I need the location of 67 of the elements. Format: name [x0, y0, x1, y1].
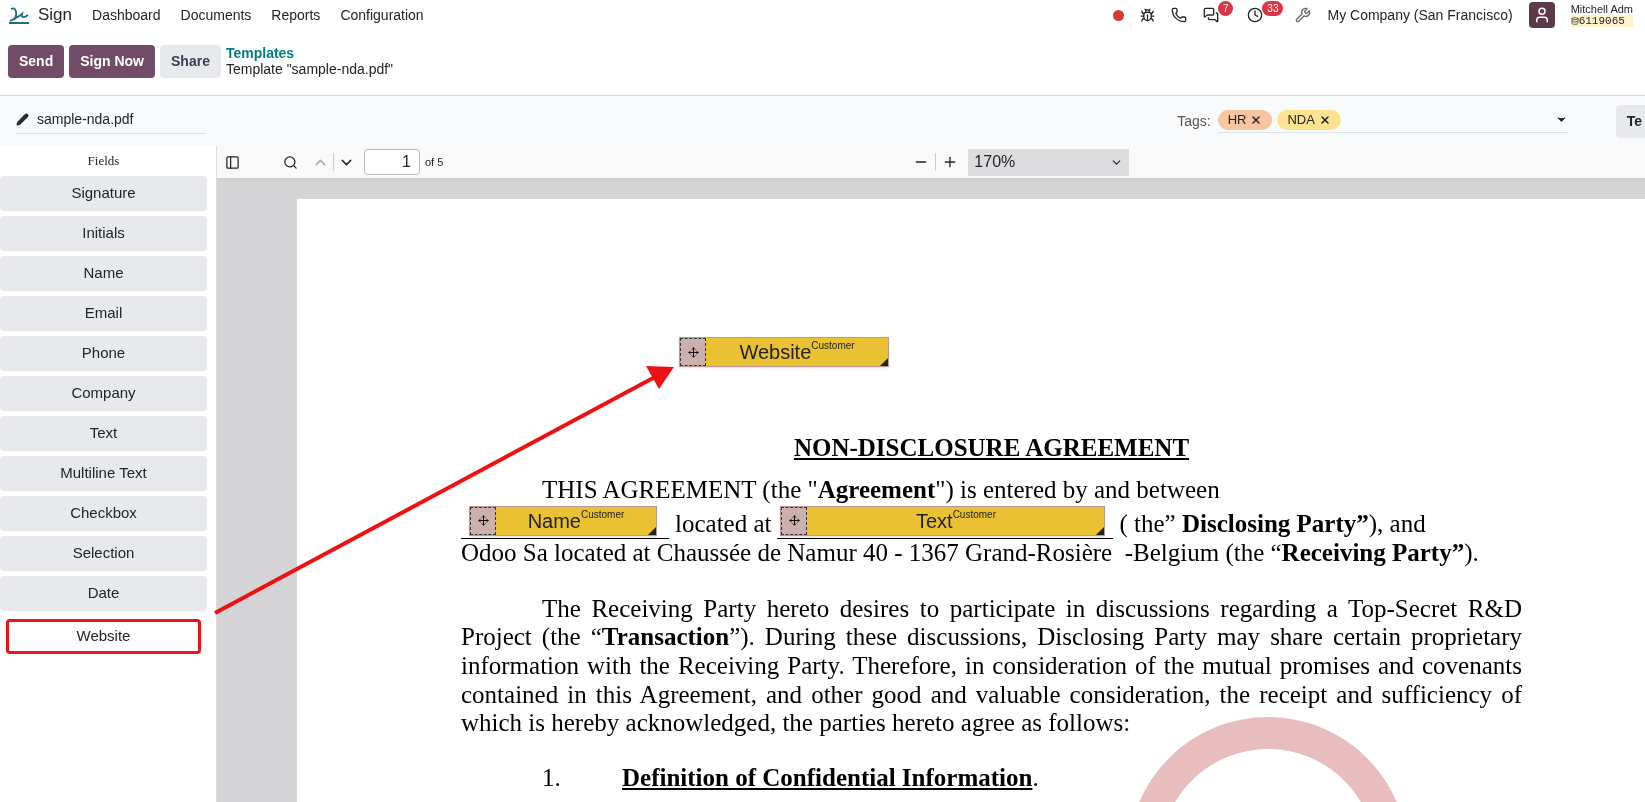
app-name[interactable]: Sign [38, 2, 73, 28]
signature-logo-icon [8, 6, 30, 24]
user-avatar[interactable] [1528, 2, 1555, 28]
move-handle-icon[interactable] [470, 506, 496, 535]
bug-icon[interactable] [1140, 7, 1156, 23]
action-button[interactable]: Sign Now [69, 45, 155, 78]
menu-item[interactable]: Dashboard [92, 4, 161, 26]
database-icon [1570, 17, 1579, 25]
chat-icon[interactable] [1203, 7, 1220, 23]
user-name[interactable]: Mitchell Adm [1570, 3, 1633, 15]
field-type-button[interactable]: Company [0, 375, 207, 411]
tag-chip[interactable]: NDA [1277, 109, 1341, 130]
menu-item[interactable]: Documents [180, 4, 252, 26]
page-count: of 5 [425, 154, 444, 170]
count-badge: 33 [1262, 1, 1284, 16]
field-label: Website [739, 342, 812, 363]
field-type-button[interactable]: Checkbox [0, 495, 207, 531]
remove-icon[interactable] [1318, 113, 1331, 126]
body-text: located at [675, 510, 772, 539]
body-text: THIS AGREEMENT (the "Agreement") is entered by and between [541, 475, 1221, 505]
tools-icon[interactable] [1295, 7, 1312, 23]
move-handle-icon[interactable] [680, 338, 706, 367]
clock-icon[interactable] [1247, 7, 1264, 23]
pencil-icon [16, 112, 29, 126]
sidebar-toggle-icon[interactable] [225, 154, 240, 170]
field-type-button[interactable]: Date [0, 575, 207, 611]
move-handle-icon[interactable] [781, 506, 808, 535]
role-label: Customer [952, 509, 996, 520]
search-icon[interactable] [283, 154, 298, 170]
list-number: 1. [542, 764, 562, 793]
page-number-field[interactable]: 1 [364, 149, 420, 175]
database-code: 6119065 [1578, 15, 1625, 27]
role-label: Customer [581, 509, 625, 520]
company-switcher[interactable]: My Company (San Francisco) [1327, 4, 1513, 26]
role-label: Customer [811, 341, 855, 352]
filename-field[interactable]: sample-nda.pdf [16, 108, 206, 134]
body-text: ( the” Disclosing Party”), and [1119, 510, 1426, 539]
tags-label: Tags: [1177, 111, 1211, 131]
tag-chip[interactable]: HR [1217, 109, 1273, 130]
document-heading: NON-DISCLOSURE AGREEMENT [792, 434, 1191, 463]
toolbar-button[interactable]: Te [1615, 104, 1645, 138]
count-badge: 7 [1217, 1, 1234, 16]
sidebar-title: Fields [86, 152, 121, 170]
action-button[interactable]: Send [8, 45, 65, 78]
breadcrumb-link[interactable]: Templates [225, 45, 394, 61]
field-type-button[interactable]: Selection [0, 535, 207, 571]
field-label: Text [915, 510, 953, 531]
menu-item[interactable]: Reports [271, 4, 321, 26]
tags-field[interactable]: HR NDA [1217, 109, 1568, 133]
field-type-button[interactable]: Website [6, 618, 201, 654]
page-title: Template "sample-nda.pdf" [225, 61, 394, 77]
body-text: Odoo Sa located at Chaussée de Namur 40 - 1367 Grand-Rosière -Belgium (the “Receiving Party”). [461, 538, 1480, 568]
phone-icon[interactable] [1171, 7, 1188, 23]
field-type-button[interactable]: Phone [0, 335, 207, 371]
zoom-select[interactable]: 170% [968, 148, 1130, 176]
field-type-button[interactable]: Email [0, 295, 207, 331]
field-type-button[interactable]: Name [0, 255, 207, 291]
field-type-button[interactable]: Text [0, 415, 207, 451]
field-label: Name [527, 510, 581, 531]
menu-item[interactable]: Configuration [340, 4, 424, 26]
body-paragraph: The Receiving Party hereto desires to participate in discussions regarding a Top-Secret R&D Project (the “Transaction”). During these discussions, Disclosing Party may share certain proprietary information with the Receiving Party. Therefore, in consideration of the mutual promises and covenants contained in this Agreement, and other good and valuable consideration, the receipt and sufficiency of which is hereby acknowledged, the parties hereto agree as follows: [461, 594, 1522, 739]
field-type-button[interactable]: Signature [0, 175, 207, 211]
field-type-button[interactable]: Initials [0, 215, 207, 251]
field-type-button[interactable]: Multiline Text [0, 455, 207, 491]
action-button[interactable]: Share [160, 45, 221, 78]
section-title: Definition of Confidential Information. [622, 764, 1039, 793]
remove-icon[interactable] [1250, 113, 1263, 126]
